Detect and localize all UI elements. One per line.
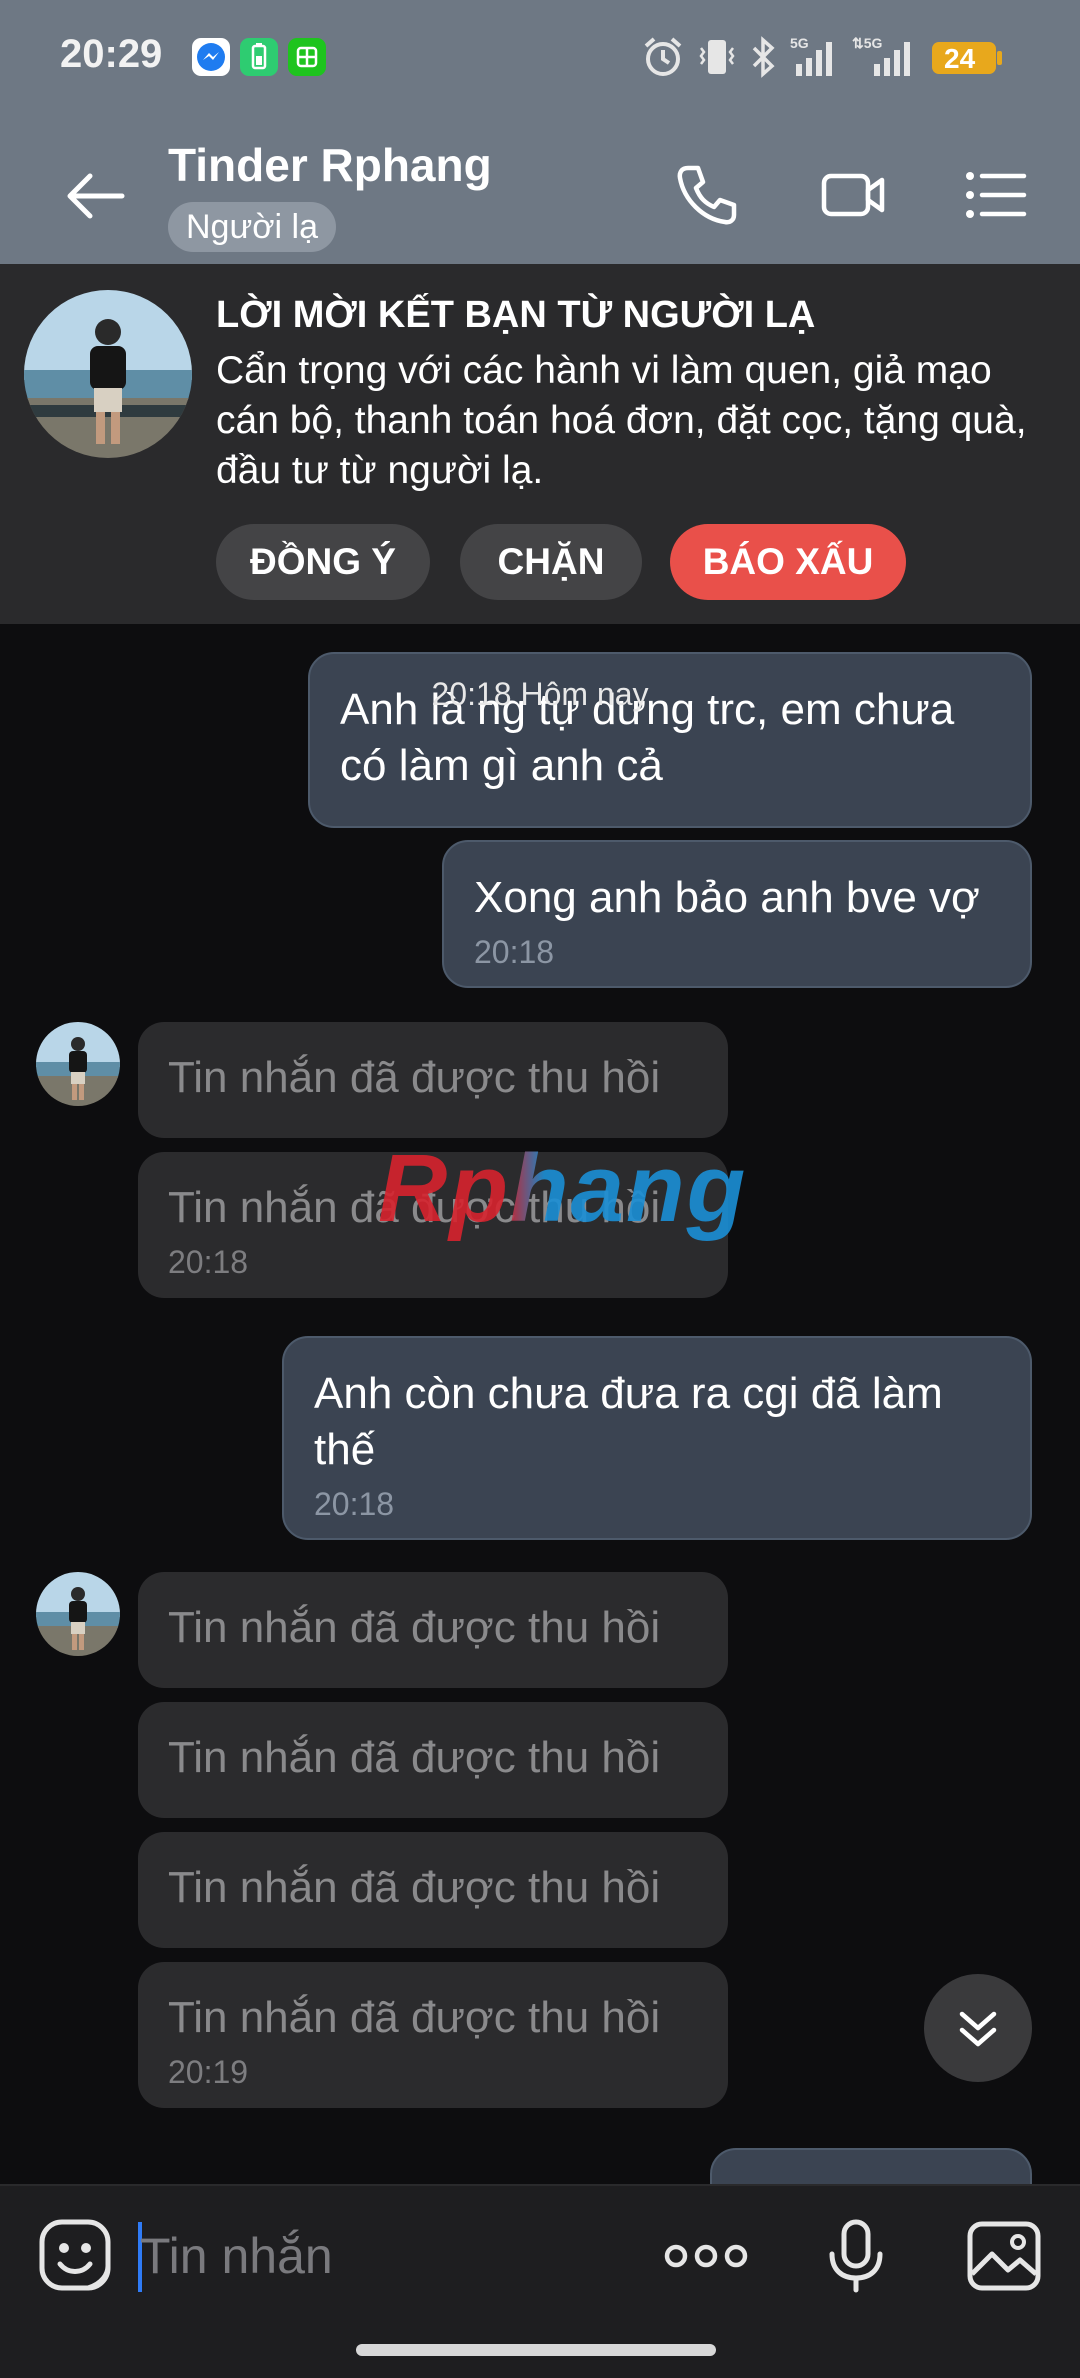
watermark-logo: Rphang xyxy=(378,1135,748,1242)
status-bar: 20:29 5G ⇅5G 24 xyxy=(0,0,1080,120)
sticker-icon[interactable] xyxy=(36,2216,116,2296)
menu-list-icon[interactable] xyxy=(960,160,1030,230)
svg-text:⇅5G: ⇅5G xyxy=(852,35,883,51)
home-indicator[interactable] xyxy=(356,2344,716,2356)
message-bubble-sent[interactable] xyxy=(710,2148,1032,2184)
microphone-icon[interactable] xyxy=(816,2216,896,2296)
message-text: Tin nhắn đã được thu hồi xyxy=(168,1863,661,1912)
status-time: 20:29 xyxy=(60,32,163,76)
signal-5g-icon: 5G xyxy=(790,34,840,80)
phone-call-icon[interactable] xyxy=(672,160,742,230)
back-arrow-icon[interactable] xyxy=(60,160,132,232)
contact-name[interactable]: Tinder Rphang xyxy=(168,138,492,192)
signal-5g-icon: ⇅5G xyxy=(852,34,916,80)
message-bubble-recalled[interactable]: Tin nhắn đã được thu hồi xyxy=(138,1702,728,1818)
date-separator: 20:18 Hôm nay xyxy=(431,676,649,712)
bluetooth-icon xyxy=(748,34,778,80)
video-call-icon[interactable] xyxy=(818,160,888,230)
message-time: 20:18 xyxy=(314,1486,395,1522)
message-bubble-recalled[interactable]: Tin nhắn đã được thu hồi xyxy=(138,1572,728,1688)
report-button[interactable]: BÁO XẤU xyxy=(670,524,906,600)
friend-request-panel: LỜI MỜI KẾT BẠN TỪ NGƯỜI LẠ Cẩn trọng vớ… xyxy=(0,264,1080,624)
alarm-icon xyxy=(640,34,686,80)
accept-button[interactable]: ĐỒNG Ý xyxy=(216,524,430,600)
messenger-icon xyxy=(192,38,230,76)
request-title: LỜI MỜI KẾT BẠN TỪ NGƯỜI LẠ xyxy=(216,294,816,336)
more-dots-icon[interactable] xyxy=(664,2216,748,2296)
stranger-badge: Người lạ xyxy=(168,202,336,252)
message-text: Tin nhắn đã được thu hồi xyxy=(168,1603,661,1652)
message-bubble-sent[interactable]: Anh còn chưa đưa ra cgi đã làm thế 20:18 xyxy=(282,1336,1032,1540)
battery-app-icon xyxy=(240,38,278,76)
message-bubble-recalled[interactable]: Tin nhắn đã được thu hồi xyxy=(138,1022,728,1138)
chevron-double-down-icon xyxy=(959,2011,997,2047)
svg-text:5G: 5G xyxy=(790,35,809,51)
message-time: 20:18 xyxy=(168,1244,249,1280)
message-time: 20:19 xyxy=(168,2054,249,2090)
avatar[interactable] xyxy=(36,1572,120,1656)
message-bubble-recalled[interactable]: Tin nhắn đã được thu hồi xyxy=(138,1832,728,1948)
message-text: Anh còn chưa đưa ra cgi đã làm thế xyxy=(314,1369,943,1474)
message-text: Tin nhắn đã được thu hồi xyxy=(168,1053,661,1102)
message-time: 20:18 xyxy=(474,934,555,970)
wechat-icon xyxy=(288,38,326,76)
message-input[interactable] xyxy=(138,2218,602,2294)
chat-area[interactable]: Anh là ng tự dưng trc, em chưa có làm gì… xyxy=(0,624,1080,2184)
avatar[interactable] xyxy=(36,1022,120,1106)
message-text: Tin nhắn đã được thu hồi xyxy=(168,1993,661,2042)
avatar[interactable] xyxy=(24,290,192,458)
message-bubble-sent[interactable]: Xong anh bảo anh bve vợ 20:18 xyxy=(442,840,1032,988)
vibrate-icon xyxy=(696,34,738,80)
message-text: Xong anh bảo anh bve vợ xyxy=(474,873,980,922)
scroll-to-bottom-button[interactable] xyxy=(924,1974,1032,2082)
block-button[interactable]: CHẶN xyxy=(460,524,642,600)
message-text: Tin nhắn đã được thu hồi xyxy=(168,1733,661,1782)
message-composer xyxy=(0,2184,1080,2378)
battery-icon: 24 xyxy=(930,34,1004,80)
request-warning: Cẩn trọng với các hành vi làm quen, giả … xyxy=(216,349,1027,492)
image-gallery-icon[interactable] xyxy=(964,2216,1044,2296)
battery-level: 24 xyxy=(944,43,976,74)
chat-header: Tinder Rphang Người lạ xyxy=(0,120,1080,264)
message-bubble-recalled[interactable]: Tin nhắn đã được thu hồi 20:19 xyxy=(138,1962,728,2108)
